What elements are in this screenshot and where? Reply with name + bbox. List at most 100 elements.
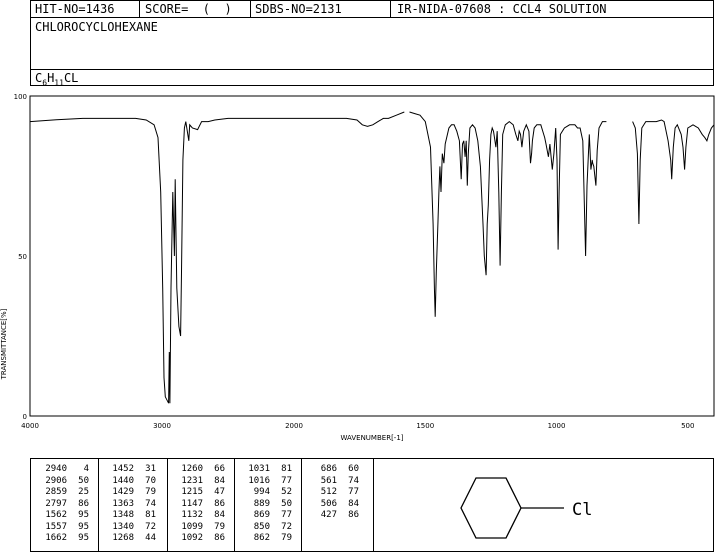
peak-transmittance: 60 — [348, 464, 359, 474]
peak-row: 1260 66 — [173, 464, 225, 476]
peak-row: 506 84 — [307, 499, 359, 511]
peak-transmittance: 81 — [145, 510, 156, 520]
peak-transmittance: 25 — [78, 487, 89, 497]
peak-wavenumber: 1231 — [181, 475, 203, 486]
peak-wavenumber: 889 — [253, 498, 270, 509]
peak-wavenumber: 1132 — [181, 510, 203, 520]
compound-name-box: CHLOROCYCLOHEXANE — [30, 17, 714, 70]
peak-row: 1031 81 — [240, 464, 292, 476]
peak-wavenumber: 1016 — [248, 475, 270, 486]
peak-wavenumber: 994 — [253, 487, 270, 497]
peak-row: 1092 86 — [173, 533, 225, 545]
x-tick-label: 2000 — [285, 422, 303, 430]
peak-transmittance: 47 — [214, 487, 225, 497]
peak-wavenumber: 1363 — [112, 498, 134, 509]
peak-transmittance: 50 — [78, 475, 89, 486]
peak-wavenumber: 1440 — [112, 475, 134, 486]
peak-wavenumber: 561 — [320, 475, 337, 486]
formula-box: C6H11CL — [30, 69, 714, 87]
peak-row: 1363 74 — [104, 499, 156, 511]
peak-transmittance: 50 — [281, 498, 292, 509]
peak-transmittance: 86 — [214, 533, 225, 543]
peak-row: 1557 95 — [37, 522, 89, 534]
x-axis-label: WAVENUMBER[-1] — [340, 434, 403, 442]
peak-row: 1452 31 — [104, 464, 156, 476]
peak-transmittance: 79 — [145, 487, 156, 497]
peak-wavenumber: 1092 — [181, 533, 203, 543]
peak-row: 889 50 — [240, 499, 292, 511]
peak-transmittance: 52 — [281, 487, 292, 497]
peak-wavenumber: 1031 — [248, 464, 270, 474]
peak-wavenumber: 427 — [320, 510, 337, 520]
spectrum-line — [29, 111, 405, 404]
peak-wavenumber: 850 — [253, 521, 270, 532]
peak-wavenumber: 1429 — [112, 487, 134, 497]
ir-id: IR-NIDA-07608 : CCL4 SOLUTION — [397, 2, 607, 16]
peak-wavenumber: 1147 — [181, 498, 203, 509]
peak-row: 2940 4 — [37, 464, 89, 476]
peak-wavenumber: 1662 — [45, 533, 67, 543]
x-tick-label: 3000 — [153, 422, 171, 430]
cyclohexane-ring — [460, 477, 522, 539]
peak-transmittance: 72 — [281, 521, 292, 532]
compound-name: CHLOROCYCLOHEXANE — [35, 20, 158, 34]
peak-wavenumber: 1562 — [45, 510, 67, 520]
structure-box: Cl — [373, 458, 714, 552]
peak-wavenumber: 512 — [320, 487, 337, 497]
peak-row: 2859 25 — [37, 487, 89, 499]
peak-row: 862 79 — [240, 533, 292, 545]
peak-wavenumber: 1452 — [112, 464, 134, 474]
peak-transmittance: 72 — [145, 521, 156, 532]
peak-row: 561 74 — [307, 476, 359, 488]
ir-spectrum-chart: 0 50 100 4000 3000 2000 1500 1000 500 WAVENUMBE… — [0, 93, 715, 442]
x-tick-label: 4000 — [21, 422, 39, 430]
peak-wavenumber: 1099 — [181, 521, 203, 532]
peak-row: 869 77 — [240, 510, 292, 522]
peak-row: 1348 81 — [104, 510, 156, 522]
peak-transmittance: 95 — [78, 521, 89, 532]
peak-transmittance: 70 — [145, 475, 156, 486]
peak-transmittance: 86 — [214, 498, 225, 509]
peak-column: 2940 4 2906 50 2859 25 2797 86 1562 95 1557 95 1662 9… — [37, 464, 89, 545]
y-tick-label: 50 — [18, 253, 27, 261]
x-tick-label: 1000 — [548, 422, 566, 430]
peak-transmittance: 77 — [281, 475, 292, 486]
peak-row: 512 77 — [307, 487, 359, 499]
peak-row: 1268 44 — [104, 533, 156, 545]
peak-transmittance: 86 — [78, 498, 89, 509]
peak-transmittance: 4 — [83, 464, 89, 474]
peak-transmittance: 77 — [348, 487, 359, 497]
spectrum-line — [409, 111, 607, 317]
peak-row: 1215 47 — [173, 487, 225, 499]
peak-transmittance: 74 — [348, 475, 359, 486]
plot-frame — [29, 95, 715, 417]
peak-wavenumber: 1260 — [181, 464, 203, 474]
y-axis-label: TRANSMITTANCE[%] — [0, 308, 8, 380]
peak-wavenumber: 1340 — [112, 521, 134, 532]
peak-transmittance: 95 — [78, 510, 89, 520]
x-tick-label: 1500 — [416, 422, 434, 430]
chlorocyclohexane-structure: Cl — [460, 477, 592, 539]
peak-transmittance: 74 — [145, 498, 156, 509]
peak-wavenumber: 686 — [320, 464, 337, 474]
peak-wavenumber: 2797 — [45, 498, 67, 509]
peak-transmittance: 86 — [348, 510, 359, 520]
hit-no: HIT-NO=1436 — [35, 2, 115, 16]
peak-transmittance: 66 — [214, 464, 225, 474]
peak-row: 1147 86 — [173, 499, 225, 511]
peak-column: 1452 31 1440 70 1429 79 1363 74 1348 81 1340 72 1268… — [104, 464, 156, 545]
peak-wavenumber: 2940 — [45, 464, 67, 474]
chlorine-label: Cl — [572, 500, 592, 520]
peak-wavenumber: 869 — [253, 510, 270, 520]
peak-row: 994 52 — [240, 487, 292, 499]
peak-wavenumber: 2906 — [45, 475, 67, 486]
peak-row: 850 72 — [240, 522, 292, 534]
peak-row: 2797 86 — [37, 499, 89, 511]
peak-column: 686 60 561 74 512 77 506 84 427 86 — [307, 464, 359, 522]
y-tick-label: 100 — [14, 93, 27, 101]
spectrum-line — [632, 119, 715, 225]
peak-row: 1440 70 — [104, 476, 156, 488]
peak-wavenumber: 1557 — [45, 521, 67, 532]
peak-transmittance: 95 — [78, 533, 89, 543]
peak-wavenumber: 506 — [320, 498, 337, 509]
